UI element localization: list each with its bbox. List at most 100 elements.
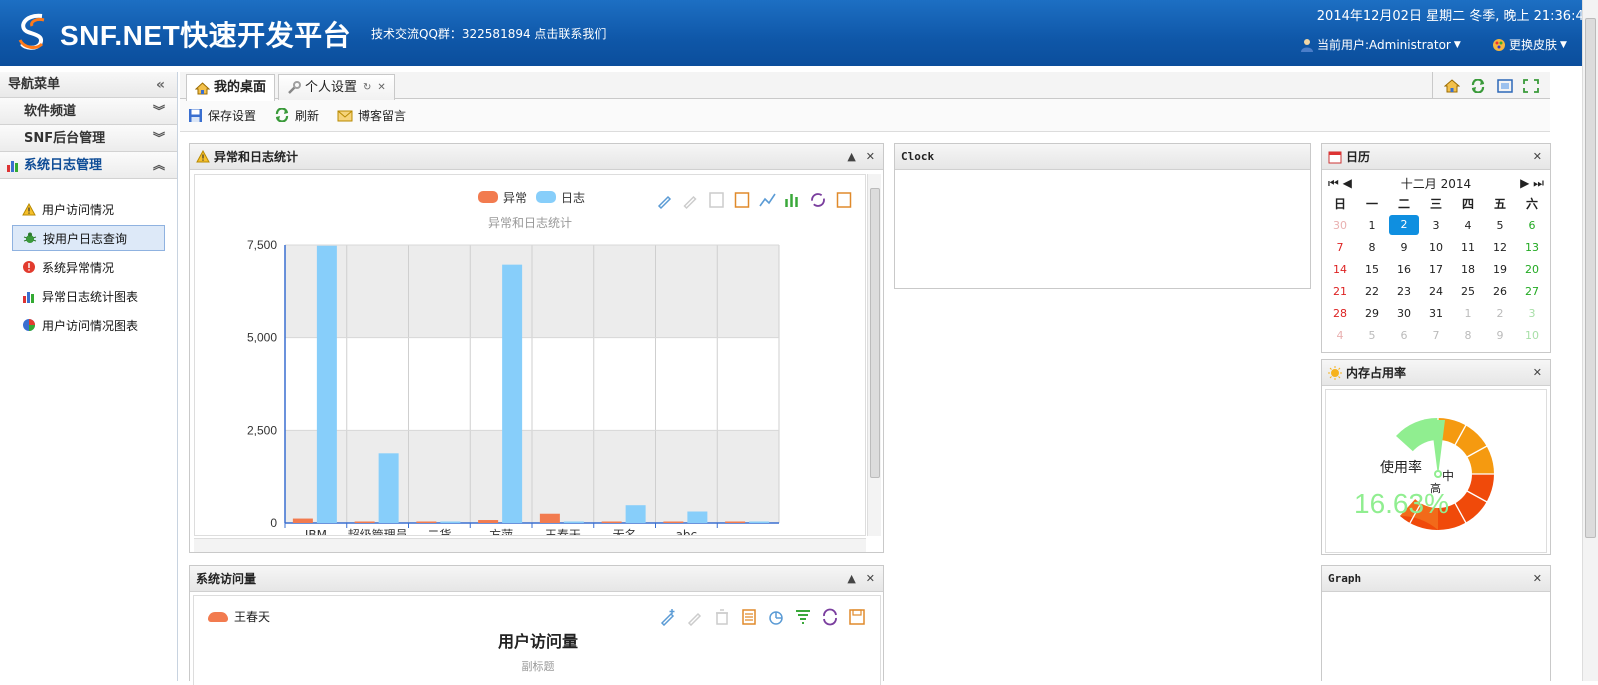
calendar-day[interactable]: 20 bbox=[1516, 263, 1548, 276]
bar-chart-icon[interactable] bbox=[785, 194, 798, 207]
restore-icon[interactable] bbox=[709, 192, 724, 208]
current-user-menu[interactable]: 当前用户:Administrator ▼ bbox=[1300, 36, 1461, 53]
sidebar-group-syslog[interactable]: 系统日志管理 ︽ bbox=[0, 152, 177, 179]
sidebar-item-user-visits[interactable]: 用户访问情况 bbox=[12, 196, 165, 222]
chart-hscrollbar[interactable] bbox=[194, 538, 866, 552]
tab-personal-settings[interactable]: 个人设置 ↻ ✕ bbox=[278, 74, 395, 100]
refresh-button[interactable]: 刷新 bbox=[274, 107, 319, 124]
collapse-icon[interactable]: ▲ bbox=[847, 144, 855, 170]
bar-log[interactable] bbox=[316, 245, 337, 523]
prev-year-icon[interactable]: ⏮ bbox=[1328, 176, 1339, 190]
calendar-day[interactable]: 9 bbox=[1484, 329, 1516, 342]
sidebar-item-system-errors[interactable]: 系统异常情况 bbox=[12, 254, 165, 280]
bar-exception[interactable] bbox=[354, 521, 375, 524]
bar-exception[interactable] bbox=[416, 521, 437, 524]
close-icon[interactable]: ✕ bbox=[377, 76, 385, 100]
expand-icon[interactable] bbox=[1522, 78, 1539, 93]
calendar-day[interactable]: 5 bbox=[1484, 219, 1516, 232]
calendar-day[interactable]: 3 bbox=[1516, 307, 1548, 320]
legend-label[interactable]: 异常 bbox=[503, 191, 527, 205]
calendar-day[interactable]: 1 bbox=[1356, 219, 1388, 232]
bar-exception[interactable] bbox=[539, 513, 560, 523]
calendar-day[interactable]: 4 bbox=[1324, 329, 1356, 342]
visits-legend[interactable]: 王春天 bbox=[208, 608, 270, 625]
reload-icon[interactable]: ↻ bbox=[363, 76, 371, 100]
prev-month-icon[interactable]: ◀ bbox=[1343, 176, 1352, 190]
data-view-icon[interactable] bbox=[740, 608, 758, 626]
bar-exception[interactable] bbox=[478, 520, 499, 523]
calendar-month[interactable]: 十二月 bbox=[1401, 177, 1437, 191]
calendar-day[interactable]: 11 bbox=[1452, 241, 1484, 254]
calendar-day-today[interactable]: 2 bbox=[1388, 215, 1420, 235]
refresh-icon[interactable] bbox=[1470, 78, 1486, 93]
zoom-icon[interactable] bbox=[659, 608, 677, 626]
calendar-day[interactable]: 8 bbox=[1356, 241, 1388, 254]
bar-log[interactable] bbox=[378, 453, 399, 523]
calendar-day[interactable]: 1 bbox=[1452, 307, 1484, 320]
calendar-day[interactable]: 7 bbox=[1420, 329, 1452, 342]
pie-icon[interactable] bbox=[767, 608, 785, 626]
tab-my-desktop[interactable]: 我的桌面 bbox=[186, 74, 276, 101]
chart-scrollbar[interactable] bbox=[867, 174, 881, 536]
sidebar-group-software[interactable]: 软件频道 ︾ bbox=[0, 98, 177, 125]
bar-log[interactable] bbox=[502, 264, 523, 523]
calendar-day[interactable]: 5 bbox=[1356, 329, 1388, 342]
calendar-day[interactable]: 24 bbox=[1420, 285, 1452, 298]
calendar-day[interactable]: 2 bbox=[1484, 307, 1516, 320]
page-scrollbar[interactable] bbox=[1582, 0, 1598, 681]
next-year-icon[interactable]: ⏭ bbox=[1533, 176, 1544, 190]
close-icon[interactable]: ✕ bbox=[1533, 566, 1542, 592]
sidebar-item-error-log-chart[interactable]: 异常日志统计图表 bbox=[12, 283, 165, 309]
calendar-day[interactable]: 27 bbox=[1516, 285, 1548, 298]
close-icon[interactable]: ✕ bbox=[1533, 360, 1542, 386]
bar-log[interactable] bbox=[440, 521, 461, 524]
calendar-day[interactable]: 10 bbox=[1420, 241, 1452, 254]
calendar-day[interactable]: 7 bbox=[1324, 241, 1356, 254]
calendar-day[interactable]: 22 bbox=[1356, 285, 1388, 298]
qq-contact-link[interactable]: 技术交流QQ群：322581894 点击联系我们 bbox=[371, 25, 606, 42]
calendar-day[interactable]: 4 bbox=[1452, 219, 1484, 232]
bar-exception[interactable] bbox=[292, 518, 313, 523]
bar-exception[interactable] bbox=[725, 521, 746, 524]
close-icon[interactable]: ✕ bbox=[866, 566, 875, 592]
calendar-day[interactable]: 21 bbox=[1324, 285, 1356, 298]
refresh-icon[interactable] bbox=[811, 193, 825, 207]
page-scroll-thumb[interactable] bbox=[1585, 18, 1596, 538]
close-icon[interactable]: ✕ bbox=[1533, 144, 1542, 170]
calendar-day[interactable]: 12 bbox=[1484, 241, 1516, 254]
zoom-icon[interactable] bbox=[657, 195, 672, 210]
calendar-day[interactable]: 23 bbox=[1388, 285, 1420, 298]
calendar-day[interactable]: 10 bbox=[1516, 329, 1548, 342]
blog-message-button[interactable]: 博客留言 bbox=[337, 107, 406, 124]
collapse-left-icon[interactable]: « bbox=[156, 72, 165, 98]
calendar-day[interactable]: 29 bbox=[1356, 307, 1388, 320]
calendar-day[interactable]: 6 bbox=[1388, 329, 1420, 342]
calendar-day[interactable]: 26 bbox=[1484, 285, 1516, 298]
save-image-icon[interactable] bbox=[836, 192, 852, 208]
calendar-day[interactable]: 18 bbox=[1452, 263, 1484, 276]
next-month-icon[interactable]: ▶ bbox=[1520, 176, 1529, 190]
calendar-day[interactable]: 8 bbox=[1452, 329, 1484, 342]
calendar-year[interactable]: 2014 bbox=[1441, 177, 1472, 191]
calendar-day[interactable]: 31 bbox=[1420, 307, 1452, 320]
calendar-day[interactable]: 30 bbox=[1324, 219, 1356, 232]
change-skin-menu[interactable]: 更换皮肤 ▼ bbox=[1492, 36, 1567, 53]
save-image-icon[interactable] bbox=[848, 608, 866, 626]
line-chart-icon[interactable] bbox=[759, 193, 776, 207]
collapse-icon[interactable]: ▲ bbox=[847, 566, 855, 592]
legend-swatch[interactable] bbox=[536, 191, 556, 203]
zoom-reset-icon[interactable] bbox=[686, 608, 704, 626]
save-settings-button[interactable]: 保存设置 bbox=[188, 107, 256, 124]
calendar-day[interactable]: 30 bbox=[1388, 307, 1420, 320]
calendar-day[interactable]: 3 bbox=[1420, 219, 1452, 232]
home-icon[interactable] bbox=[1444, 78, 1461, 93]
bar-exception[interactable] bbox=[663, 521, 684, 524]
calendar-day[interactable]: 16 bbox=[1388, 263, 1420, 276]
calendar-day[interactable]: 14 bbox=[1324, 263, 1356, 276]
calendar-day[interactable]: 28 bbox=[1324, 307, 1356, 320]
legend-swatch[interactable] bbox=[478, 191, 498, 203]
funnel-icon[interactable] bbox=[794, 608, 812, 626]
sidebar-item-user-log-query[interactable]: 按用户日志查询 bbox=[12, 225, 165, 251]
close-icon[interactable]: ✕ bbox=[866, 144, 875, 170]
calendar-day[interactable]: 6 bbox=[1516, 219, 1548, 232]
